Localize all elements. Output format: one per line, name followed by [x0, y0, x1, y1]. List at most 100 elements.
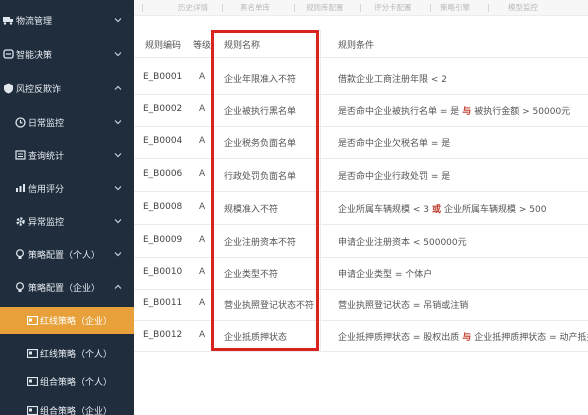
gear-icon — [14, 215, 26, 227]
row-divider — [134, 94, 588, 95]
tab-rules[interactable]: 规则库配置 — [306, 2, 344, 13]
chevron-down-icon — [114, 217, 122, 225]
sidebar-item-combo-enterprise[interactable]: 组合策略（企业） — [0, 400, 134, 415]
sidebar-item-redline-enterprise[interactable]: 红线策略（企业） — [0, 307, 134, 334]
sidebar-item-decision[interactable]: 智能决策 — [0, 44, 134, 64]
sidebar-item-redline-personal[interactable]: 红线策略（个人） — [0, 343, 134, 363]
chevron-down-icon — [114, 16, 122, 24]
sidebar-item-label: 策略配置（个人） — [28, 250, 101, 261]
row-divider — [134, 257, 588, 258]
condition-text: 营业执照登记状态 = 吊销或注销 — [338, 301, 469, 311]
tab-history[interactable]: 历史详情 — [178, 2, 208, 13]
header-name: 规则名称 — [224, 41, 261, 51]
row-divider — [134, 224, 588, 225]
rule-code-cell: E_B0011 — [143, 298, 183, 308]
rule-name-cell: 规模准入不符 — [224, 205, 279, 215]
rule-name-cell: 企业被执行黑名单 — [224, 107, 297, 117]
clock-icon — [14, 116, 26, 128]
sidebar-item-label: 红线策略（个人） — [40, 349, 113, 360]
condition-text: 借款企业工商注册年限 < 2 — [338, 75, 447, 85]
row-divider — [134, 289, 588, 290]
rule-condition-cell: 是否命中企业行政处罚 = 是 — [338, 169, 450, 182]
tab-engine[interactable]: 策略引擎 — [440, 2, 470, 13]
rule-level-cell: A — [199, 235, 206, 245]
card-icon — [26, 347, 38, 359]
chevron-down-icon — [114, 184, 122, 192]
condition-text: 企业所属车辆规模 > 500 — [444, 205, 547, 215]
tab-bar: 历史详情 黑名单库 规则库配置 评分卡配置 策略引擎 模型监控 — [134, 0, 588, 16]
rule-name-cell: 营业执照登记状态不符 — [224, 301, 315, 311]
card-icon — [26, 404, 38, 415]
sidebar-item-logistics[interactable]: 物流管理 — [0, 10, 134, 30]
rule-code-cell: E_B0008 — [143, 202, 183, 212]
sidebar-item-query-stats[interactable]: 查询统计 — [0, 145, 134, 165]
sidebar-item-label: 查询统计 — [28, 151, 65, 162]
sidebar-item-daily-monitor[interactable]: 日常监控 — [0, 112, 134, 132]
condition-text: 申请企业类型 = 个体户 — [338, 270, 433, 280]
sidebar-item-label: 智能决策 — [16, 50, 53, 61]
rule-name-cell: 企业抵质押状态 — [224, 333, 288, 343]
chevron-down-icon — [114, 118, 122, 126]
rule-condition-cell: 企业抵押质押状态 = 股权出质与企业抵押质押状态 = 动产抵押 — [338, 330, 588, 343]
header-code: 规则编码 — [145, 41, 182, 51]
rule-level-cell: A — [199, 298, 206, 308]
sidebar-item-combo-personal[interactable]: 组合策略（个人） — [0, 371, 134, 391]
rule-level-cell: A — [199, 202, 206, 212]
row-divider — [134, 57, 588, 58]
rule-condition-cell: 是否命中企业欠税名单 = 是 — [338, 136, 450, 149]
tab-divider — [294, 4, 295, 12]
rule-code-cell: E_B0004 — [143, 136, 183, 146]
row-divider — [134, 351, 588, 352]
rule-level-cell: A — [199, 169, 206, 179]
header-condition: 规则条件 — [338, 41, 375, 51]
sidebar-item-label: 组合策略（个人） — [40, 377, 113, 388]
rule-code-cell: E_B0009 — [143, 235, 183, 245]
tab-model-monitor[interactable]: 模型监控 — [508, 2, 538, 13]
sidebar-item-strategy-personal[interactable]: 策略配置（个人） — [0, 244, 134, 264]
sidebar-item-label: 风控反欺诈 — [16, 84, 62, 95]
header-level: 等级 — [193, 41, 212, 51]
rule-condition-cell: 企业所属车辆规模 < 3 或企业所属车辆规模 > 500 — [338, 202, 546, 215]
sidebar-item-label: 策略配置（企业） — [28, 283, 101, 294]
tab-divider — [222, 4, 223, 12]
sidebar-item-label: 异常监控 — [28, 217, 65, 228]
truck-icon — [2, 14, 14, 26]
condition-text: 是否命中企业欠税名单 = 是 — [338, 139, 451, 149]
chevron-up-icon — [114, 84, 122, 92]
condition-text: 企业抵押质押状态 = 股权出质 — [338, 333, 460, 343]
row-divider — [134, 126, 588, 127]
condition-text: 是否命中企业行政处罚 = 是 — [338, 172, 451, 182]
condition-text: 申请企业注册资本 < 500000元 — [338, 238, 467, 248]
rule-name-cell: 企业类型不符 — [224, 270, 279, 280]
rule-code-cell: E_B0006 — [143, 169, 183, 179]
sidebar-item-risk-control[interactable]: 风控反欺诈 — [0, 78, 134, 98]
rule-name-cell: 企业税务负面名单 — [224, 139, 297, 149]
condition-text: 企业抵押质押状态 = 动产抵押 — [474, 333, 588, 343]
row-divider — [134, 191, 588, 192]
bulb-icon — [14, 281, 26, 293]
rule-level-cell: A — [199, 72, 206, 82]
tab-scorecard[interactable]: 评分卡配置 — [374, 2, 412, 13]
tab-divider — [488, 4, 489, 12]
chart-icon — [14, 182, 26, 194]
sidebar-item-label: 组合策略（企业） — [40, 406, 113, 415]
tab-blacklist[interactable]: 黑名单库 — [240, 2, 270, 13]
sidebar-item-abnormal-monitor[interactable]: 异常监控 — [0, 211, 134, 231]
card-icon — [26, 375, 38, 387]
shield-icon — [2, 82, 14, 94]
rule-level-cell: A — [199, 104, 206, 114]
logic-operator: 与 — [462, 333, 472, 343]
list-icon — [14, 149, 26, 161]
chevron-down-icon — [114, 50, 122, 58]
sidebar-item-label: 物流管理 — [16, 16, 53, 27]
sidebar-item-strategy-enterprise[interactable]: 策略配置（企业） — [0, 277, 134, 297]
rule-name-cell: 企业年限准入不符 — [224, 75, 297, 85]
condition-text: 是否命中企业被执行名单 = 是 — [338, 107, 460, 117]
brain-icon — [2, 48, 14, 60]
sidebar-item-credit-score[interactable]: 信用评分 — [0, 178, 134, 198]
chevron-down-icon — [114, 151, 122, 159]
rule-code-cell: E_B0001 — [143, 72, 183, 82]
rule-condition-cell: 借款企业工商注册年限 < 2 — [338, 72, 447, 85]
rule-code-cell: E_B0012 — [143, 330, 183, 340]
rule-level-cell: A — [199, 267, 206, 277]
